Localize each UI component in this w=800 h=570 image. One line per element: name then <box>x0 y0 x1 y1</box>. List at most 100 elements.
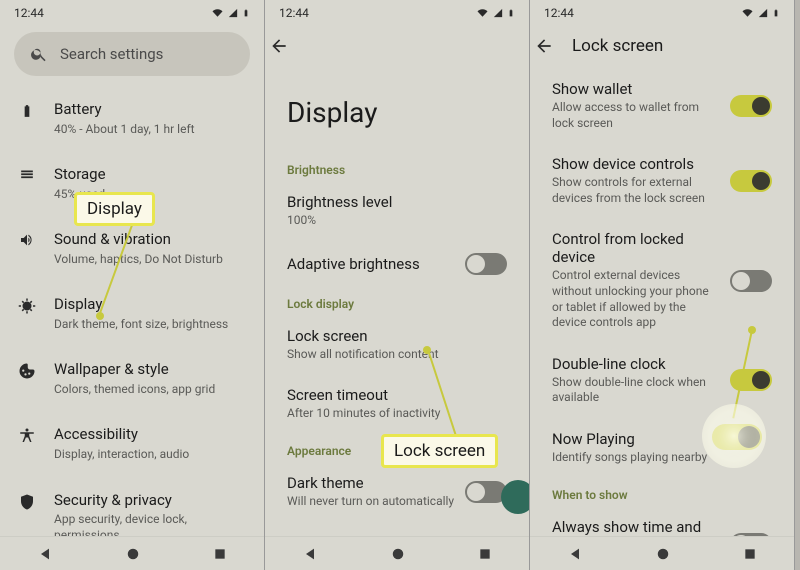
nav-bar <box>265 536 529 570</box>
setting-sub: Will never turn on automatically <box>287 494 455 510</box>
settings-item-storage[interactable]: Storage 45% used <box>12 151 252 216</box>
status-time: 12:44 <box>544 6 574 20</box>
wifi-icon <box>211 8 224 18</box>
header <box>265 26 529 62</box>
settings-item-sound[interactable]: Sound & vibration Volume, haptics, Do No… <box>12 216 252 281</box>
settings-item-display[interactable]: Display Dark theme, font size, brightnes… <box>12 281 252 346</box>
section-brightness: Brightness <box>277 153 517 181</box>
battery-icon <box>507 7 515 19</box>
page-title: Display <box>277 62 517 153</box>
status-bar: 12:44 <box>0 0 264 26</box>
setting-sub: Allow access to wallet from lock screen <box>552 100 720 131</box>
fab-button[interactable] <box>501 480 530 514</box>
signal-icon <box>228 8 238 18</box>
item-sub: Dark theme, font size, brightness <box>54 317 246 333</box>
setting-sub: Control external devices without unlocki… <box>552 268 720 330</box>
storage-icon <box>18 167 36 181</box>
item-sub: Volume, haptics, Do Not Disturb <box>54 252 246 268</box>
header: Lock screen <box>530 26 794 62</box>
item-title: Security & privacy <box>54 491 246 511</box>
enlarged-toggle <box>712 424 762 450</box>
search-icon <box>30 45 48 63</box>
setting-sub: 100% <box>287 213 507 229</box>
nav-bar <box>0 536 264 570</box>
wifi-icon <box>476 8 489 18</box>
setting-lock-screen[interactable]: Lock screen Show all notification conten… <box>277 315 517 375</box>
signal-icon <box>758 8 768 18</box>
screen-display-settings: 12:44 Display Brightness Brightness leve… <box>265 0 530 570</box>
nav-home-icon[interactable] <box>656 547 670 561</box>
battery-icon <box>20 102 34 120</box>
nav-recent-icon[interactable] <box>213 547 227 561</box>
nav-home-icon[interactable] <box>391 547 405 561</box>
setting-always-show[interactable]: Always show time and info Increased batt… <box>542 506 782 536</box>
settings-item-wallpaper[interactable]: Wallpaper & style Colors, themed icons, … <box>12 346 252 411</box>
shield-icon <box>18 493 36 511</box>
status-bar: 12:44 <box>530 0 794 26</box>
status-icons <box>211 7 250 19</box>
setting-screen-timeout[interactable]: Screen timeout After 10 minutes of inact… <box>277 374 517 434</box>
toggle-adaptive-brightness[interactable] <box>465 253 507 275</box>
setting-control-from-locked[interactable]: Control from locked device Control exter… <box>542 218 782 342</box>
item-sub: 40% - About 1 day, 1 hr left <box>54 122 246 138</box>
section-appearance: Appearance <box>277 434 517 462</box>
nav-recent-icon[interactable] <box>478 547 492 561</box>
status-icons <box>476 7 515 19</box>
sound-icon <box>18 232 36 248</box>
back-arrow-icon[interactable] <box>534 36 554 56</box>
setting-adaptive-brightness[interactable]: Adaptive brightness <box>277 241 517 287</box>
setting-title: Screen timeout <box>287 386 507 404</box>
setting-sub: Show double-line clock when available <box>552 375 720 406</box>
nav-back-icon[interactable] <box>567 546 583 562</box>
nav-back-icon[interactable] <box>37 546 53 562</box>
setting-brightness-level[interactable]: Brightness level 100% <box>277 181 517 241</box>
item-title: Display <box>54 295 246 315</box>
setting-title: Show device controls <box>552 155 720 173</box>
settings-item-battery[interactable]: Battery 40% - About 1 day, 1 hr left <box>12 86 252 151</box>
nav-bar <box>530 536 794 570</box>
toggle-device-controls[interactable] <box>730 170 772 192</box>
search-input[interactable]: Search settings <box>14 32 250 76</box>
screen-lock-screen-settings: 12:44 Lock screen Show wallet Allow acce… <box>530 0 795 570</box>
search-placeholder: Search settings <box>60 45 163 63</box>
back-arrow-icon[interactable] <box>269 36 289 56</box>
toggle-double-line-clock[interactable] <box>730 369 772 391</box>
setting-title: Show wallet <box>552 80 720 98</box>
setting-show-device-controls[interactable]: Show device controls Show controls for e… <box>542 143 782 218</box>
item-title: Accessibility <box>54 425 246 445</box>
item-title: Wallpaper & style <box>54 360 246 380</box>
setting-double-line-clock[interactable]: Double-line clock Show double-line clock… <box>542 343 782 418</box>
setting-show-wallet[interactable]: Show wallet Allow access to wallet from … <box>542 68 782 143</box>
item-title: Sound & vibration <box>54 230 246 250</box>
toggle-show-wallet[interactable] <box>730 95 772 117</box>
status-time: 12:44 <box>279 6 309 20</box>
status-icons <box>741 7 780 19</box>
item-sub: 45% used <box>54 187 246 203</box>
nav-recent-icon[interactable] <box>743 547 757 561</box>
status-bar: 12:44 <box>265 0 529 26</box>
item-sub: Colors, themed icons, app grid <box>54 382 246 398</box>
setting-sub: Show controls for external devices from … <box>552 175 720 206</box>
setting-sub: Identify songs playing nearby <box>552 450 772 466</box>
battery-icon <box>242 7 250 19</box>
settings-item-security[interactable]: Security & privacy App security, device … <box>12 477 252 536</box>
status-time: 12:44 <box>14 6 44 20</box>
setting-title: Adaptive brightness <box>287 255 455 273</box>
setting-title: Brightness level <box>287 193 507 211</box>
battery-icon <box>772 7 780 19</box>
setting-title: Lock screen <box>287 327 507 345</box>
setting-title: Double-line clock <box>552 355 720 373</box>
display-icon <box>18 297 36 315</box>
toggle-control-locked[interactable] <box>730 270 772 292</box>
settings-item-accessibility[interactable]: Accessibility Display, interaction, audi… <box>12 411 252 476</box>
wallpaper-icon <box>18 362 36 380</box>
setting-title: Control from locked device <box>552 230 720 266</box>
nav-home-icon[interactable] <box>126 547 140 561</box>
item-title: Battery <box>54 100 246 120</box>
wifi-icon <box>741 8 754 18</box>
setting-dark-theme[interactable]: Dark theme Will never turn on automatica… <box>277 462 517 522</box>
item-title: Storage <box>54 165 246 185</box>
nav-back-icon[interactable] <box>302 546 318 562</box>
setting-title: Dark theme <box>287 474 455 492</box>
accessibility-icon <box>18 427 36 445</box>
